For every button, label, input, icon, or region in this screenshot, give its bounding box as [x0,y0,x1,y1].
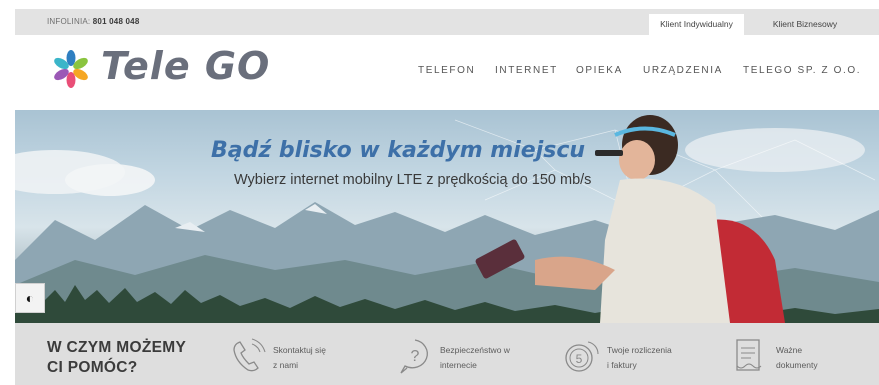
hero-title: Bądź blisko w każdym miejscu [211,138,586,163]
svg-text:?: ? [411,348,420,365]
svg-text:5: 5 [576,352,583,366]
invoice-icon: 5 [565,341,599,372]
help-title-line1: W CZYM MOŻEMY [47,339,187,356]
question-icon: ? [400,339,428,374]
tab-individual-client[interactable]: Klient Indywidualny [649,14,744,35]
person-top [600,178,730,323]
help-strip: W CZYM MOŻEMY CI POMÓC? Skontaktuj się z… [15,323,879,385]
brand-name: Tele GO [101,44,271,88]
infoline: INFOLINIA: 801 048 048 [47,17,139,26]
cloud [685,128,865,172]
hero-banner[interactable]: Bądź blisko w każdym miejscu Wybierz int… [15,110,879,323]
help-label: Bezpieczeństwo w internecie [440,343,510,373]
help-label-line1: Skontaktuj się [273,345,326,355]
nav-opieka[interactable]: OPIEKA [576,65,623,76]
help-label-line2: internecie [440,360,477,370]
contrast-icon: ◐ [25,290,35,306]
help-label-line2: i faktury [607,360,637,370]
nav-internet[interactable]: INTERNET [495,65,558,76]
help-title: W CZYM MOŻEMY CI POMÓC? [47,338,186,378]
person-face [619,140,655,180]
top-bar: INFOLINIA: 801 048 048 Klient Indywidual… [15,9,879,35]
document-icon [736,339,762,371]
cloud [65,164,155,196]
contrast-toggle-button[interactable]: ◐ [15,283,45,313]
help-label-line2: dokumenty [776,360,818,370]
flower-logo-icon [54,50,88,88]
phone-icon [233,338,266,372]
page: INFOLINIA: 801 048 048 Klient Indywidual… [15,0,879,385]
header: Tele GO TELEFON INTERNET OPIEKA URZĄDZEN… [15,35,879,110]
help-title-line2: CI POMÓC? [47,359,138,376]
infoline-label: INFOLINIA: [47,17,91,26]
help-label: Skontaktuj się z nami [273,343,326,373]
help-label-line1: Bezpieczeństwo w [440,345,510,355]
nav-telefon[interactable]: TELEFON [418,65,475,76]
help-label: Ważne dokumenty [776,343,818,373]
nav-urzadzenia[interactable]: URZĄDZENIA [643,65,723,76]
nav-telego[interactable]: TELEGO SP. Z O.O. [743,65,861,76]
help-label: Twoje rozliczenia i faktury [607,343,672,373]
tab-business-client[interactable]: Klient Biznesowy [755,14,855,35]
infoline-number[interactable]: 801 048 048 [93,17,140,26]
hero-subtitle: Wybierz internet mobilny LTE z prędkości… [234,172,592,188]
help-label-line1: Twoje rozliczenia [607,345,672,355]
help-label-line1: Ważne [776,345,803,355]
sunglasses [595,150,623,156]
help-label-line2: z nami [273,360,299,370]
